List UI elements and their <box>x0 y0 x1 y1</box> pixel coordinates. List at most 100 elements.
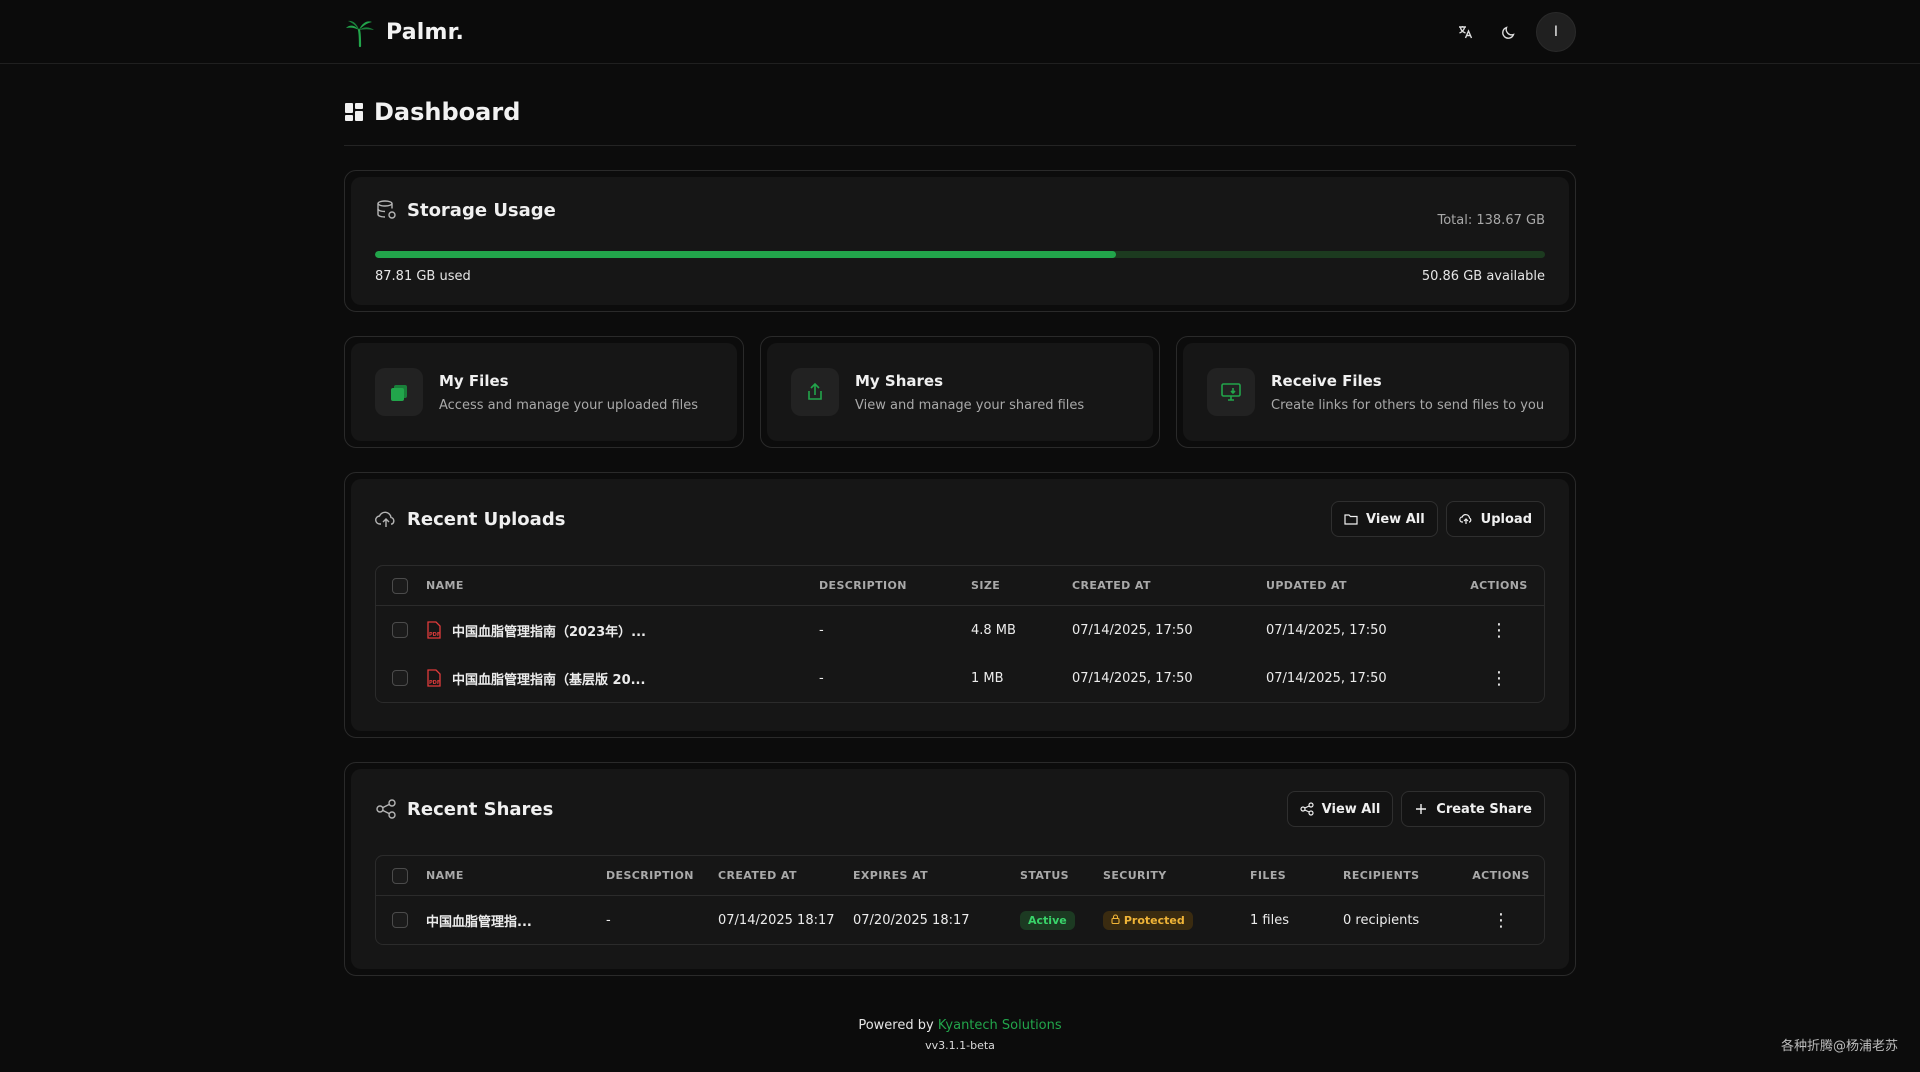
database-icon <box>377 200 396 219</box>
uploads-view-all-button[interactable]: View All <box>1331 501 1438 537</box>
file-name[interactable]: 中国血脂管理指南（2023年）... <box>452 621 646 640</box>
security-badge: Protected <box>1103 910 1193 930</box>
table-row[interactable]: PDF 中国血脂管理指南（2023年）... - 4.8 MB 07/14/20… <box>376 606 1544 654</box>
col-updated-at: UPDATED AT <box>1266 579 1347 592</box>
brand[interactable]: Palmr. <box>344 16 464 48</box>
view-all-label: View All <box>1366 511 1425 527</box>
more-vertical-icon[interactable]: ⋮ <box>1460 668 1538 689</box>
shares-table: NAME DESCRIPTION CREATED AT EXPIRES AT S… <box>375 855 1545 945</box>
table-row[interactable]: PDF 中国血脂管理指南（基层版 20... - 1 MB 07/14/2025… <box>376 654 1544 702</box>
col-expires-at: EXPIRES AT <box>853 869 929 882</box>
recent-shares-card: Recent Shares View All Create Share NAME… <box>344 762 1576 976</box>
share-name[interactable]: 中国血脂管理指... <box>426 911 606 930</box>
company-link[interactable]: Kyantech Solutions <box>938 1018 1062 1033</box>
svg-text:PDF: PDF <box>429 632 440 638</box>
storage-available: 50.86 GB available <box>1421 269 1545 284</box>
storage-title: Storage Usage <box>407 199 556 221</box>
share-description: - <box>606 912 611 928</box>
file-updated: 07/14/2025, 17:50 <box>1266 670 1387 686</box>
quick-card-title: Receive Files <box>1271 371 1382 390</box>
col-name: NAME <box>426 579 464 592</box>
status-badge: Active <box>1020 910 1075 930</box>
dashboard-grid-icon <box>345 102 363 121</box>
monitor-download-icon <box>1221 383 1241 401</box>
dashboard-title: Dashboard <box>374 97 521 126</box>
share-nodes-icon <box>1300 802 1314 816</box>
create-share-label: Create Share <box>1436 801 1532 817</box>
col-actions: ACTIONS <box>1472 869 1530 882</box>
security-label: Protected <box>1123 913 1185 927</box>
quick-card-desc: Create links for others to send files to… <box>1271 397 1545 413</box>
share-expires: 07/20/2025 18:17 <box>853 912 970 928</box>
share-upload-icon <box>808 382 822 400</box>
col-status: STATUS <box>1020 869 1069 882</box>
cloud-upload-icon <box>375 511 395 527</box>
share-recipients: 0 recipients <box>1343 912 1420 928</box>
folder-icon <box>1344 514 1358 525</box>
recent-uploads-card: Recent Uploads View All Upload NAME DESC… <box>344 472 1576 738</box>
footer: Powered by Kyantech Solutions vv3.1.1-be… <box>0 1018 1920 1052</box>
translate-icon[interactable] <box>1448 15 1482 49</box>
brand-name: Palmr. <box>386 19 465 45</box>
select-all-checkbox[interactable] <box>392 577 408 594</box>
pdf-file-icon: PDF <box>427 669 441 687</box>
user-avatar[interactable]: I <box>1536 12 1576 52</box>
file-created: 07/14/2025, 17:50 <box>1072 622 1193 638</box>
file-updated: 07/14/2025, 17:50 <box>1266 622 1387 638</box>
col-security: SECURITY <box>1103 869 1167 882</box>
version: vv3.1.1-beta <box>925 1039 995 1052</box>
file-size: 4.8 MB <box>971 622 1016 638</box>
pdf-file-icon: PDF <box>427 621 441 639</box>
table-row[interactable]: 中国血脂管理指... - 07/14/2025 18:17 07/20/2025… <box>376 896 1544 944</box>
watermark: 各种折腾@杨浦老苏 <box>1780 1039 1898 1054</box>
select-all-checkbox[interactable] <box>392 867 408 884</box>
col-name: NAME <box>426 869 464 882</box>
quick-card-title: My Files <box>439 371 509 390</box>
col-created-at: CREATED AT <box>1072 579 1151 592</box>
col-description: DESCRIPTION <box>819 579 907 592</box>
powered-by: Powered by <box>858 1018 934 1033</box>
shares-view-all-button[interactable]: View All <box>1286 791 1394 827</box>
col-actions: ACTIONS <box>1470 579 1528 592</box>
more-vertical-icon[interactable]: ⋮ <box>1462 910 1540 931</box>
lock-icon <box>1111 913 1120 924</box>
row-checkbox[interactable] <box>392 622 408 638</box>
shares-table-header: NAME DESCRIPTION CREATED AT EXPIRES AT S… <box>376 856 1544 896</box>
recent-shares-title: Recent Shares <box>407 798 554 820</box>
storage-progress-bar <box>375 251 1545 258</box>
view-all-label: View All <box>1321 801 1381 817</box>
my-files-card[interactable]: My Files Access and manage your uploaded… <box>344 336 744 448</box>
upload-label: Upload <box>1480 511 1532 527</box>
cloud-upload-icon <box>1458 514 1471 524</box>
col-recipients: RECIPIENTS <box>1343 869 1420 882</box>
row-checkbox[interactable] <box>392 670 408 686</box>
page-title: Dashboard <box>344 96 1576 146</box>
quick-card-desc: View and manage your shared files <box>855 397 1085 413</box>
share-created: 07/14/2025 18:17 <box>718 912 835 928</box>
storage-total: Total: 138.67 GB <box>1437 213 1546 228</box>
quick-card-title: My Shares <box>855 371 944 390</box>
uploads-table: NAME DESCRIPTION SIZE CREATED AT UPDATED… <box>375 565 1545 703</box>
file-created: 07/14/2025, 17:50 <box>1072 670 1193 686</box>
share-nodes-icon <box>376 799 396 819</box>
col-created-at: CREATED AT <box>718 869 797 882</box>
svg-text:PDF: PDF <box>429 680 440 686</box>
storage-usage-card: Storage Usage Total: 138.67 GB 87.81 GB … <box>344 170 1576 312</box>
upload-button[interactable]: Upload <box>1445 501 1545 537</box>
receive-files-card[interactable]: Receive Files Create links for others to… <box>1176 336 1576 448</box>
files-icon <box>391 385 407 401</box>
file-description: - <box>819 670 824 686</box>
uploads-table-header: NAME DESCRIPTION SIZE CREATED AT UPDATED… <box>376 566 1544 606</box>
moon-icon[interactable] <box>1492 15 1526 49</box>
plus-icon <box>1416 804 1427 814</box>
my-shares-card[interactable]: My Shares View and manage your shared fi… <box>760 336 1160 448</box>
row-checkbox[interactable] <box>392 912 408 928</box>
more-vertical-icon[interactable]: ⋮ <box>1460 620 1538 641</box>
file-name[interactable]: 中国血脂管理指南（基层版 20... <box>452 669 645 688</box>
storage-used: 87.81 GB used <box>375 269 471 284</box>
create-share-button[interactable]: Create Share <box>1401 791 1545 827</box>
quick-card-desc: Access and manage your uploaded files <box>439 397 699 413</box>
col-files: FILES <box>1250 869 1287 882</box>
file-size: 1 MB <box>971 670 1004 686</box>
storage-progress-fill <box>375 251 1116 258</box>
